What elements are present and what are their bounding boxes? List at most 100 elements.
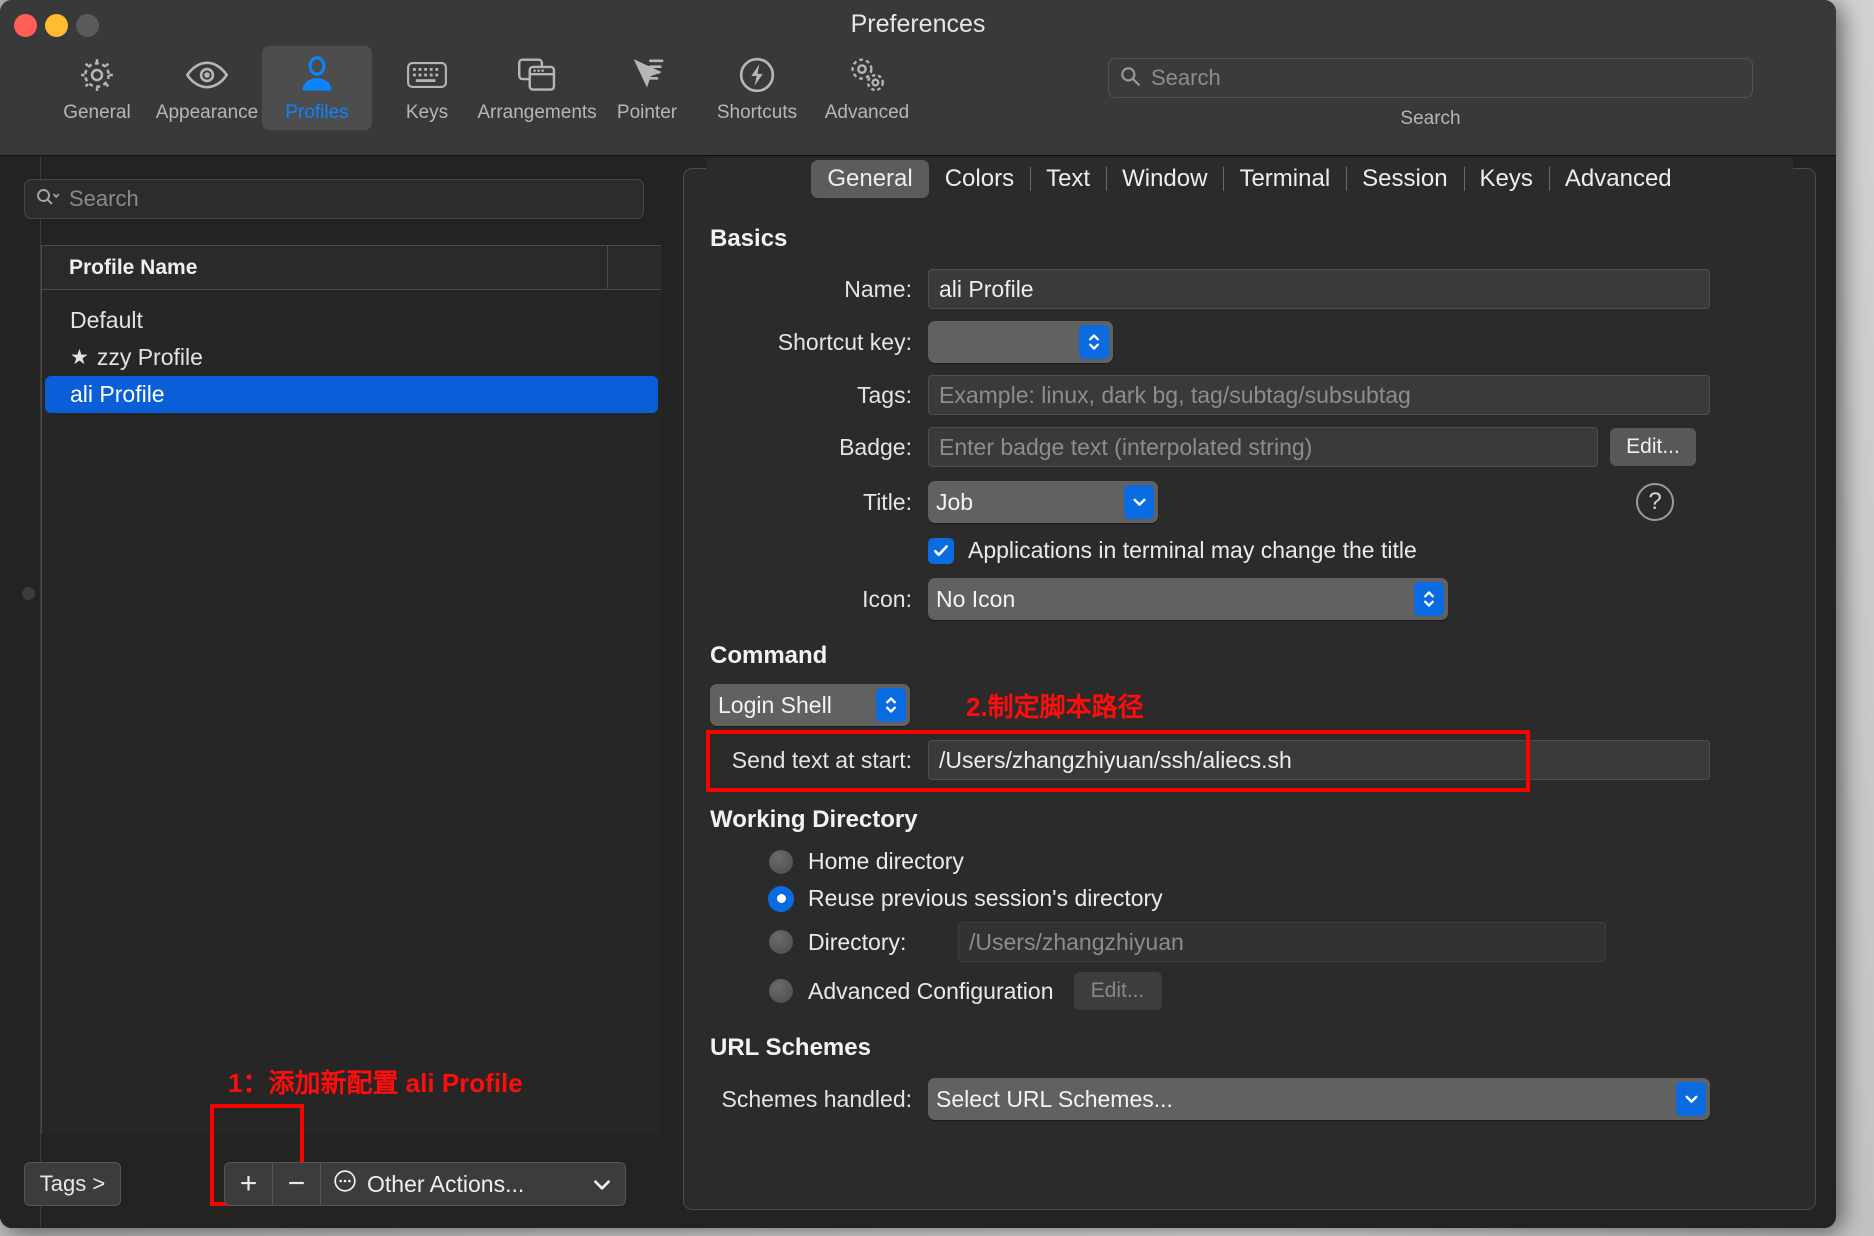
- chevron-down-icon: [1124, 485, 1154, 519]
- radio-advanced-configuration[interactable]: [768, 978, 794, 1004]
- tab-text[interactable]: Text: [1030, 160, 1106, 198]
- windows-icon: [516, 54, 558, 96]
- wd-directory-field[interactable]: /Users/zhangzhiyuan: [958, 922, 1606, 962]
- app-change-title-checkbox[interactable]: [928, 537, 954, 564]
- profiles-sidebar: Profile Name Default ★ zzy Profile ali P…: [0, 157, 667, 1228]
- toolbar-label-advanced: Advanced: [824, 102, 910, 123]
- radio-home-directory[interactable]: [768, 848, 794, 875]
- chevron-down-icon: [591, 1174, 613, 1201]
- wd-reuse-label: Reuse previous session's directory: [808, 885, 1163, 911]
- profile-tabs: General Colors Text Window Terminal Sess…: [706, 158, 1793, 200]
- tags-label: Tags:: [857, 381, 912, 408]
- app-change-title-row: Applications in terminal may change the …: [710, 537, 1789, 564]
- shortcut-key-row: Shortcut key:: [710, 321, 1789, 363]
- star-icon: ★: [70, 346, 89, 369]
- badge-label: Badge:: [839, 433, 912, 460]
- tab-colors[interactable]: Colors: [929, 160, 1030, 198]
- profile-name: Default: [70, 307, 143, 333]
- tags-button[interactable]: Tags >: [24, 1162, 121, 1206]
- icon-row: Icon: No Icon: [710, 578, 1789, 620]
- add-profile-button[interactable]: +: [225, 1163, 273, 1205]
- search-icon: [1119, 65, 1141, 92]
- wd-home-label: Home directory: [808, 848, 964, 874]
- schemes-handled-label: Schemes handled:: [721, 1085, 912, 1112]
- other-actions-dropdown[interactable]: Other Actions...: [321, 1163, 625, 1205]
- icon-value: No Icon: [936, 585, 1016, 612]
- toolbar-item-keys[interactable]: Keys: [372, 46, 482, 130]
- basics-heading: Basics: [710, 225, 788, 252]
- schemes-handled-dropdown[interactable]: Select URL Schemes...: [928, 1078, 1710, 1120]
- keyboard-icon: [406, 54, 448, 96]
- toolbar-label-keys: Keys: [405, 102, 449, 123]
- tags-field[interactable]: Example: linux, dark bg, tag/subtag/subs…: [928, 375, 1710, 415]
- preferences-window: Preferences General Appearance Profiles …: [0, 0, 1836, 1228]
- sidebar-actions-group: + − Other Actions...: [224, 1162, 626, 1206]
- radio-directory[interactable]: [768, 929, 794, 955]
- toolbar-search-field[interactable]: [1108, 58, 1753, 98]
- profiles-table: Profile Name Default ★ zzy Profile ali P…: [41, 245, 661, 1134]
- sidebar-resize-handle[interactable]: [22, 587, 35, 600]
- search-icon: [35, 186, 61, 213]
- column-divider[interactable]: [607, 246, 608, 289]
- shell-dropdown[interactable]: Login Shell: [710, 684, 910, 726]
- toolbar-item-general[interactable]: General: [42, 46, 152, 130]
- profile-name: zzy Profile: [96, 344, 203, 370]
- table-row[interactable]: ali Profile: [45, 376, 658, 413]
- window-toolbar: Preferences General Appearance Profiles …: [0, 0, 1836, 156]
- person-icon: [299, 54, 335, 96]
- badge-edit-button[interactable]: Edit...: [1610, 428, 1696, 466]
- toolbar-search-input[interactable]: [1141, 65, 1742, 91]
- wd-option-reuse[interactable]: Reuse previous session's directory: [710, 885, 1789, 912]
- stepper-arrows-icon: [1079, 325, 1109, 359]
- toolbar-item-profiles[interactable]: Profiles: [262, 46, 372, 130]
- schemes-handled-value: Select URL Schemes...: [936, 1085, 1173, 1112]
- working-directory-heading: Working Directory: [710, 806, 918, 833]
- wd-advanced-label: Advanced Configuration: [808, 977, 1054, 1004]
- toolbar-item-pointer[interactable]: Pointer: [592, 46, 702, 130]
- badge-field[interactable]: Enter badge text (interpolated string): [928, 427, 1598, 467]
- title-dropdown[interactable]: Job: [928, 481, 1158, 523]
- tab-keys[interactable]: Keys: [1463, 160, 1549, 198]
- shortcut-key-dropdown[interactable]: [928, 321, 1113, 363]
- table-row[interactable]: ★ zzy Profile: [45, 339, 658, 376]
- profiles-row-list: Default ★ zzy Profile ali Profile: [42, 290, 661, 413]
- sidebar-search-field[interactable]: [24, 179, 644, 219]
- toolbar-item-advanced[interactable]: Advanced: [812, 46, 922, 130]
- name-field[interactable]: ali Profile: [928, 269, 1710, 309]
- gear-icon: [77, 54, 117, 96]
- tab-window[interactable]: Window: [1106, 160, 1223, 198]
- remove-profile-button[interactable]: −: [273, 1163, 321, 1205]
- toolbar-items: General Appearance Profiles Keys Arrange…: [42, 46, 922, 130]
- toolbar-label-appearance: Appearance: [155, 102, 259, 123]
- title-value: Job: [936, 488, 974, 515]
- stepper-arrows-icon: [1414, 582, 1444, 616]
- tab-general[interactable]: General: [811, 160, 929, 198]
- url-schemes-heading: URL Schemes: [710, 1034, 871, 1061]
- toolbar-item-shortcuts[interactable]: Shortcuts: [702, 46, 812, 130]
- other-actions-label: Other Actions...: [367, 1170, 525, 1197]
- radio-reuse-session-directory[interactable]: [768, 885, 794, 912]
- content-area: Profile Name Default ★ zzy Profile ali P…: [0, 157, 1836, 1228]
- tab-advanced[interactable]: Advanced: [1548, 160, 1688, 198]
- stepper-arrows-icon: [876, 688, 906, 722]
- toolbar-item-arrangements[interactable]: Arrangements: [477, 46, 597, 130]
- help-button[interactable]: ?: [1636, 483, 1674, 521]
- column-header-profile-name[interactable]: Profile Name: [42, 256, 197, 280]
- toolbar-label-arrangements: Arrangements: [477, 102, 597, 123]
- sidebar-search-input[interactable]: [61, 186, 633, 212]
- wd-option-directory[interactable]: Directory: /Users/zhangzhiyuan: [710, 922, 1789, 962]
- table-row[interactable]: Default: [45, 302, 658, 339]
- wd-option-advanced[interactable]: Advanced Configuration Edit...: [710, 972, 1789, 1010]
- profiles-table-header: Profile Name: [42, 246, 661, 290]
- tags-row: Tags: Example: linux, dark bg, tag/subta…: [710, 375, 1789, 415]
- icon-dropdown[interactable]: No Icon: [928, 578, 1448, 620]
- toolbar-item-appearance[interactable]: Appearance: [152, 46, 262, 130]
- command-heading: Command: [710, 642, 828, 669]
- advanced-config-edit-button[interactable]: Edit...: [1073, 972, 1162, 1010]
- wd-option-home[interactable]: Home directory: [710, 848, 1789, 875]
- eye-icon: [184, 54, 230, 96]
- badge-row: Badge: Enter badge text (interpolated st…: [710, 427, 1789, 467]
- tab-session[interactable]: Session: [1346, 160, 1463, 198]
- shell-value: Login Shell: [718, 691, 832, 718]
- tab-terminal[interactable]: Terminal: [1223, 160, 1346, 198]
